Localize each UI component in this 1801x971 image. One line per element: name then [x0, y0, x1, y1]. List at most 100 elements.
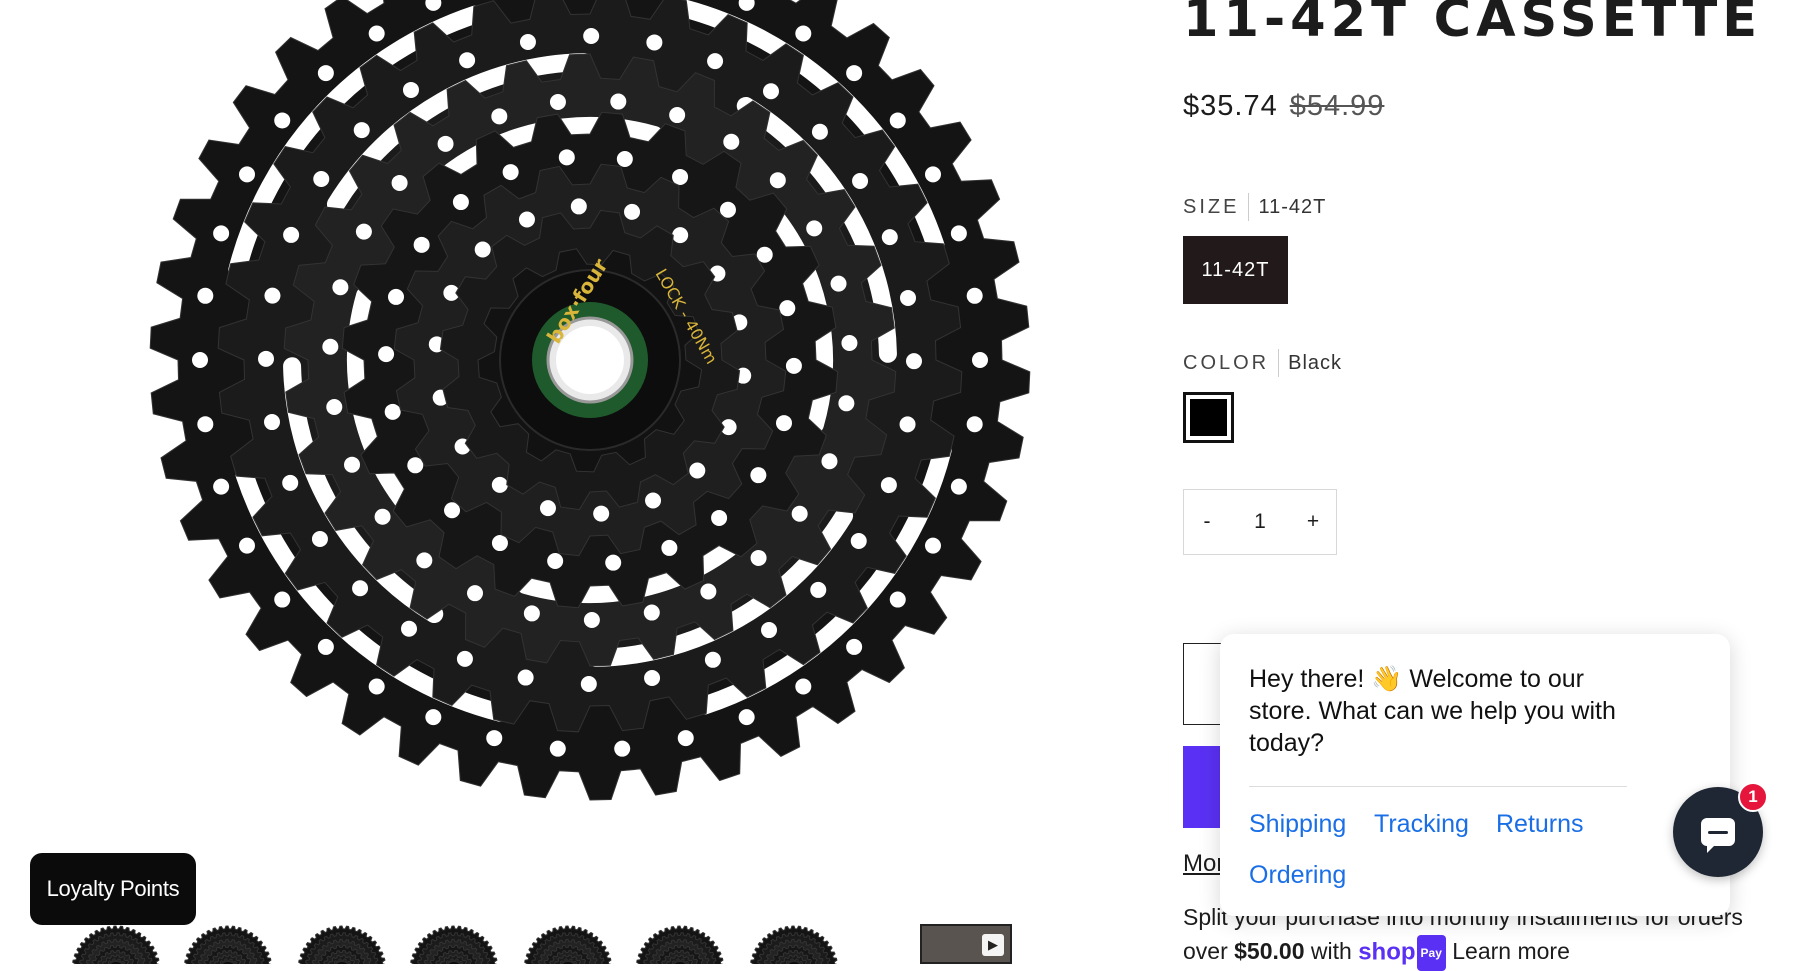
size-option-button[interactable]: 11-42T: [1183, 236, 1288, 304]
cog-hole: [387, 288, 404, 305]
cog-hole: [491, 535, 508, 552]
cog-hole: [368, 25, 385, 42]
cog-hole: [258, 350, 275, 367]
cog-hole: [352, 580, 369, 597]
cog-hole: [704, 651, 721, 668]
unread-badge: 1: [1738, 782, 1768, 812]
learn-more-link[interactable]: Learn more: [1446, 938, 1570, 964]
color-swatch-black[interactable]: [1183, 392, 1234, 443]
cog-hole: [689, 462, 706, 479]
thumbnail-2[interactable]: [182, 924, 274, 964]
cog-hole: [192, 352, 208, 368]
cog-hole: [413, 236, 430, 253]
cog-hole: [197, 416, 214, 433]
quick-link-ordering[interactable]: Ordering: [1249, 861, 1346, 890]
cog-hole: [669, 107, 686, 124]
cog-hole: [750, 467, 767, 484]
label-divider: [1278, 349, 1280, 377]
thumbnail-1[interactable]: [70, 924, 162, 964]
cog-hole: [437, 135, 454, 152]
cog-hole: [416, 552, 433, 569]
cog-hole: [523, 605, 540, 622]
quick-link-returns[interactable]: Returns: [1496, 810, 1584, 839]
chat-popup: Hey there! 👋 Welcome to our store. What …: [1220, 634, 1730, 916]
cog-hole: [355, 223, 372, 240]
cog-hole: [924, 166, 941, 183]
cog-hole: [624, 203, 641, 220]
cog-hole: [905, 353, 922, 370]
cog-hole: [900, 289, 917, 306]
cog-hole: [723, 133, 740, 150]
cog-hole: [549, 93, 566, 110]
product-title: 11-42T CASSETTE: [1183, 0, 1763, 49]
cog-hole: [830, 275, 847, 292]
size-option-label: SIZE 11-42T: [1183, 193, 1326, 221]
thumbnail-cassette: [184, 925, 272, 964]
thumbnail-6[interactable]: [634, 924, 726, 964]
thumbnail-6-image: [636, 925, 724, 964]
cog-hole: [401, 620, 418, 637]
thumbnail-7-image: [750, 925, 838, 964]
cog-hole: [643, 604, 660, 621]
cog-hole: [707, 53, 724, 70]
cog-hole: [881, 229, 898, 246]
price-row: $35.74 $54.99: [1183, 90, 1384, 123]
thumbnail-cassette: [524, 925, 612, 964]
cog-hole: [850, 532, 867, 549]
quantity-minus-button[interactable]: -: [1184, 510, 1230, 534]
cog-hole: [756, 246, 773, 263]
size-label-text: SIZE: [1183, 195, 1240, 218]
thumbnail-2-image: [184, 925, 272, 964]
cog-hole: [558, 149, 575, 166]
label-divider: [1248, 193, 1250, 221]
thumbnail-5[interactable]: [522, 924, 614, 964]
quantity-input[interactable]: 1: [1230, 510, 1290, 534]
compare-price: $54.99: [1289, 90, 1385, 122]
cog-hole: [950, 225, 967, 242]
cog-hole: [750, 549, 767, 566]
cog-hole: [459, 52, 476, 69]
quick-link-tracking[interactable]: Tracking: [1374, 810, 1469, 839]
color-option-label: COLOR Black: [1183, 349, 1342, 377]
cog-hole: [924, 537, 941, 554]
cog-hole: [452, 194, 469, 211]
cog-hole: [644, 670, 661, 687]
quick-link-shipping[interactable]: Shipping: [1249, 810, 1346, 839]
swatch-fill: [1190, 399, 1227, 436]
cog-hole: [539, 500, 556, 517]
sale-price: $35.74: [1183, 90, 1278, 122]
cog-hole: [776, 415, 793, 432]
cog-hole: [580, 675, 597, 692]
cog-hole: [846, 638, 863, 655]
cog-hole: [407, 457, 424, 474]
thumbnail-4[interactable]: [408, 924, 500, 964]
cog-hole: [317, 65, 334, 82]
thumbnail-3-image: [298, 925, 386, 964]
cog-hole: [738, 709, 755, 726]
loyalty-points-button[interactable]: Loyalty Points: [30, 853, 196, 925]
installments-with: with: [1304, 938, 1359, 964]
cog-hole: [518, 211, 535, 228]
cog-hole: [517, 669, 534, 686]
thumbnail-video[interactable]: ▶: [920, 924, 1012, 964]
more-payment-options-link[interactable]: Mor: [1183, 850, 1224, 878]
color-selected-value: Black: [1288, 351, 1343, 374]
cog-hole: [966, 416, 983, 433]
chat-bubble-line: [1708, 830, 1728, 834]
installments-amount: $50.00: [1234, 938, 1305, 964]
cog-hole: [368, 678, 385, 695]
cog-hole: [795, 25, 812, 42]
thumbnail-3[interactable]: [296, 924, 388, 964]
cog-hole: [326, 399, 343, 416]
quantity-plus-button[interactable]: +: [1290, 510, 1336, 534]
cog-hole: [672, 227, 689, 244]
cog-hole: [761, 622, 778, 639]
thumbnail-7[interactable]: [748, 924, 840, 964]
cog-hole: [605, 554, 622, 571]
cog-hole: [474, 241, 491, 258]
cog-hole: [239, 537, 256, 554]
cog-hole: [838, 395, 855, 412]
cog-hole: [583, 28, 600, 45]
cog-hole: [846, 65, 863, 82]
thumbnail-cassette: [72, 925, 160, 964]
